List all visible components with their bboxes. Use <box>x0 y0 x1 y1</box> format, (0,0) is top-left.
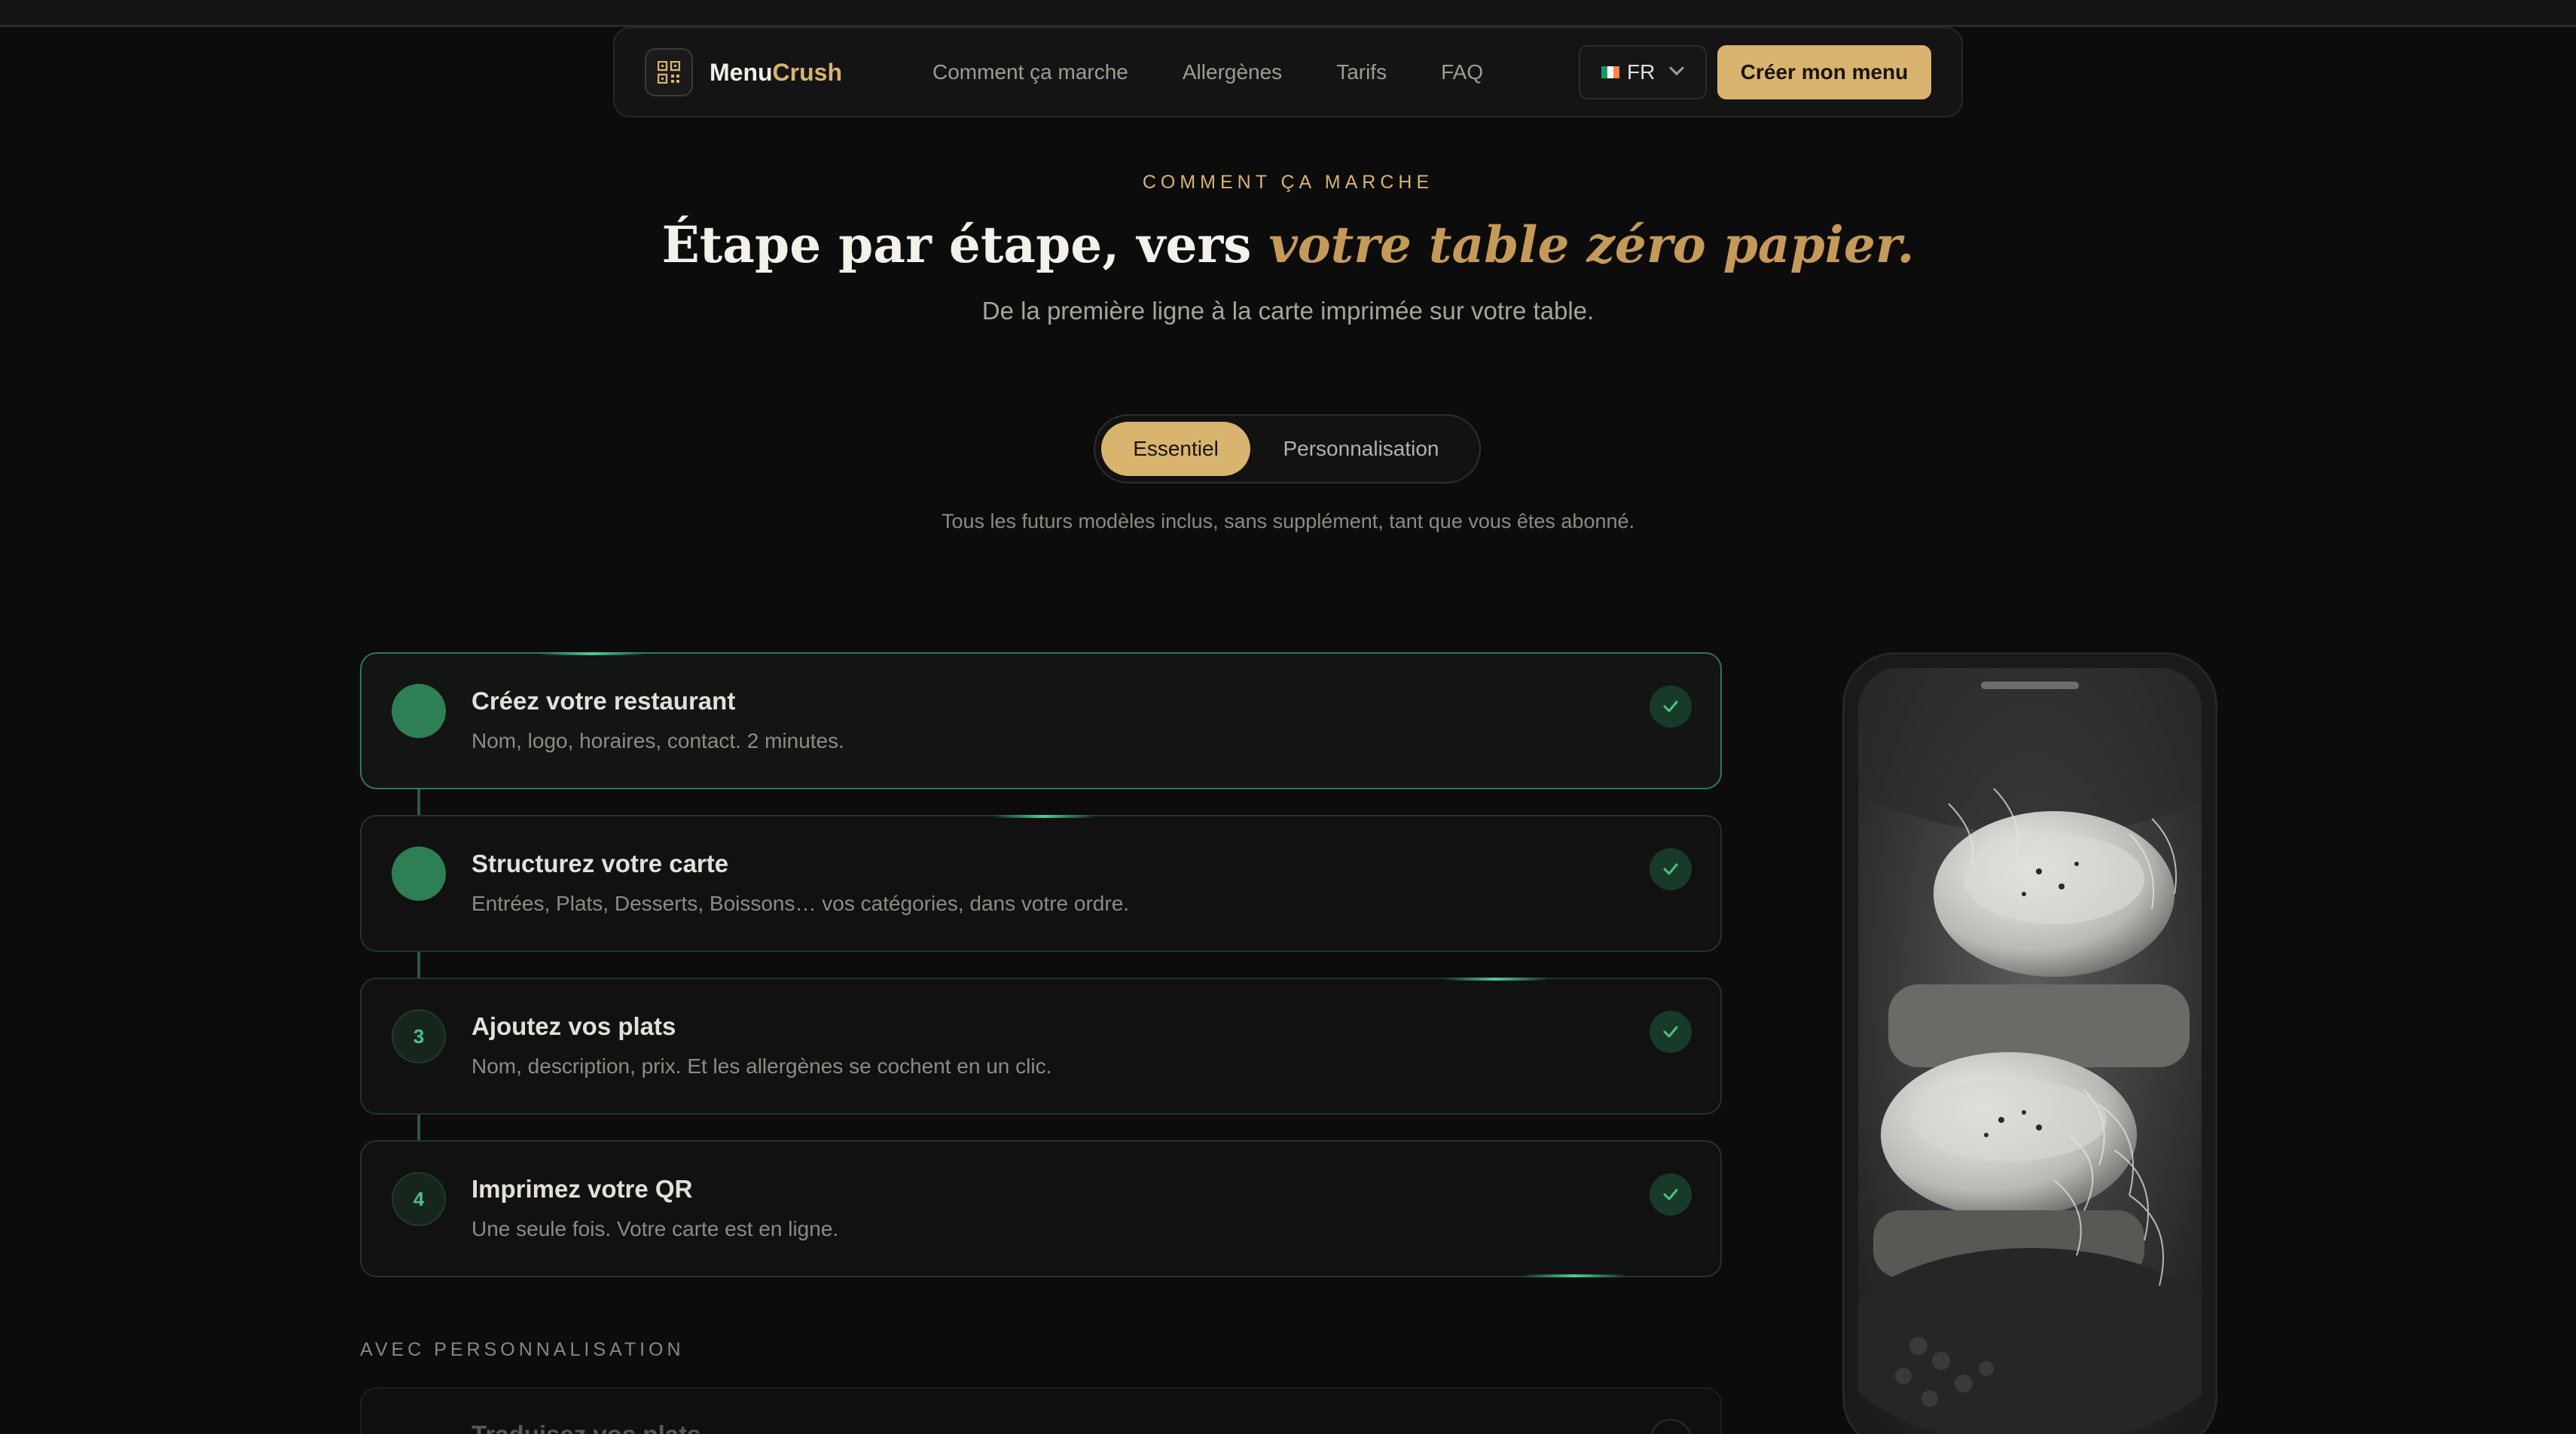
step-description: Nom, description, prix. Et les allergène… <box>472 1054 1052 1078</box>
step-title: Structurez votre carte <box>472 850 729 877</box>
section-eyebrow: COMMENT ÇA MARCHE <box>1142 172 1434 193</box>
section-title: Étape par étape, vers votre table zéro p… <box>0 215 2576 274</box>
nav-link-faq[interactable]: FAQ <box>1441 60 1483 84</box>
progress-glow <box>1443 978 1549 981</box>
nav-links: Comment ça marche Allergènes Tarifs FAQ <box>932 60 1537 84</box>
irish-flag-icon <box>1601 66 1619 78</box>
top-navbar: MenuCrush Comment ça marche Allergènes T… <box>613 27 1963 117</box>
step-card[interactable]: 2 Structurez votre carte Entrées, Plats,… <box>360 815 1722 952</box>
qr-code-icon[interactable] <box>645 48 693 96</box>
language-code: FR <box>1627 60 1656 84</box>
step-description: Nom, logo, horaires, contact. 2 minutes. <box>472 729 844 752</box>
check-icon <box>1650 685 1692 728</box>
step-title: Imprimez votre QR <box>472 1175 693 1203</box>
check-icon <box>1650 1173 1692 1216</box>
phone-notch <box>1981 682 2079 689</box>
step-card[interactable]: 4 Imprimez votre QR Une seule fois. Votr… <box>360 1140 1722 1277</box>
check-icon <box>1650 1419 1692 1434</box>
dish-photo <box>1858 668 2202 1434</box>
brand-main: Menu <box>710 58 773 86</box>
progress-glow <box>991 815 1097 818</box>
title-main: Étape par étape, vers <box>661 215 1269 274</box>
title-accent: votre table zéro papier. <box>1268 215 1915 274</box>
toggle-personnalisation[interactable]: Personnalisation <box>1250 422 1472 476</box>
page: MenuCrush Comment ça marche Allergènes T… <box>0 0 2576 1434</box>
step-description: Une seule fois. Votre carte est en ligne… <box>472 1217 839 1240</box>
create-menu-button[interactable]: Créer mon menu <box>1717 45 1931 99</box>
chevron-down-icon <box>1669 60 1685 76</box>
progress-glow <box>539 652 645 655</box>
step-number: 3 <box>392 1009 446 1063</box>
step-title: Créez votre restaurant <box>472 687 736 715</box>
section-subtitle: De la première ligne à la carte imprimée… <box>981 297 1595 325</box>
plan-toggle: Essentiel Personnalisation <box>1094 414 1481 484</box>
step-description: Entrées, Plats, Desserts, Boissons… vos … <box>472 892 1130 915</box>
step-card[interactable]: 1 Créez votre restaurant Nom, logo, hora… <box>360 652 1722 789</box>
nav-link-allergens[interactable]: Allergènes <box>1183 60 1282 84</box>
step-title: Traduisez vos plats <box>472 1420 700 1434</box>
plan-note: Tous les futurs modèles inclus, sans sup… <box>941 510 1635 532</box>
step-card[interactable]: 3 Ajoutez vos plats Nom, description, pr… <box>360 978 1722 1115</box>
step-card-locked[interactable]: Traduisez vos plats <box>360 1387 1722 1434</box>
steps-list: 1 Créez votre restaurant Nom, logo, hora… <box>360 652 1722 1303</box>
nav-link-pricing[interactable]: Tarifs <box>1336 60 1387 84</box>
check-icon <box>1650 1011 1692 1053</box>
language-selector[interactable]: FR <box>1579 45 1707 99</box>
step-title: Ajoutez vos plats <box>472 1012 676 1040</box>
toggle-essentiel[interactable]: Essentiel <box>1101 422 1250 476</box>
browser-top-strip <box>0 0 2576 27</box>
step-number: 1 <box>392 684 446 738</box>
phone-mockup <box>1842 652 2217 1434</box>
nav-link-how-it-works[interactable]: Comment ça marche <box>932 60 1128 84</box>
step-number: 4 <box>392 1172 446 1226</box>
brand-name[interactable]: MenuCrush <box>710 59 842 87</box>
step-number: 2 <box>392 847 446 901</box>
brand-accent: Crush <box>772 58 842 86</box>
personalisation-label: AVEC PERSONNALISATION <box>360 1339 685 1360</box>
check-icon <box>1650 848 1692 890</box>
progress-glow <box>1521 1274 1627 1277</box>
